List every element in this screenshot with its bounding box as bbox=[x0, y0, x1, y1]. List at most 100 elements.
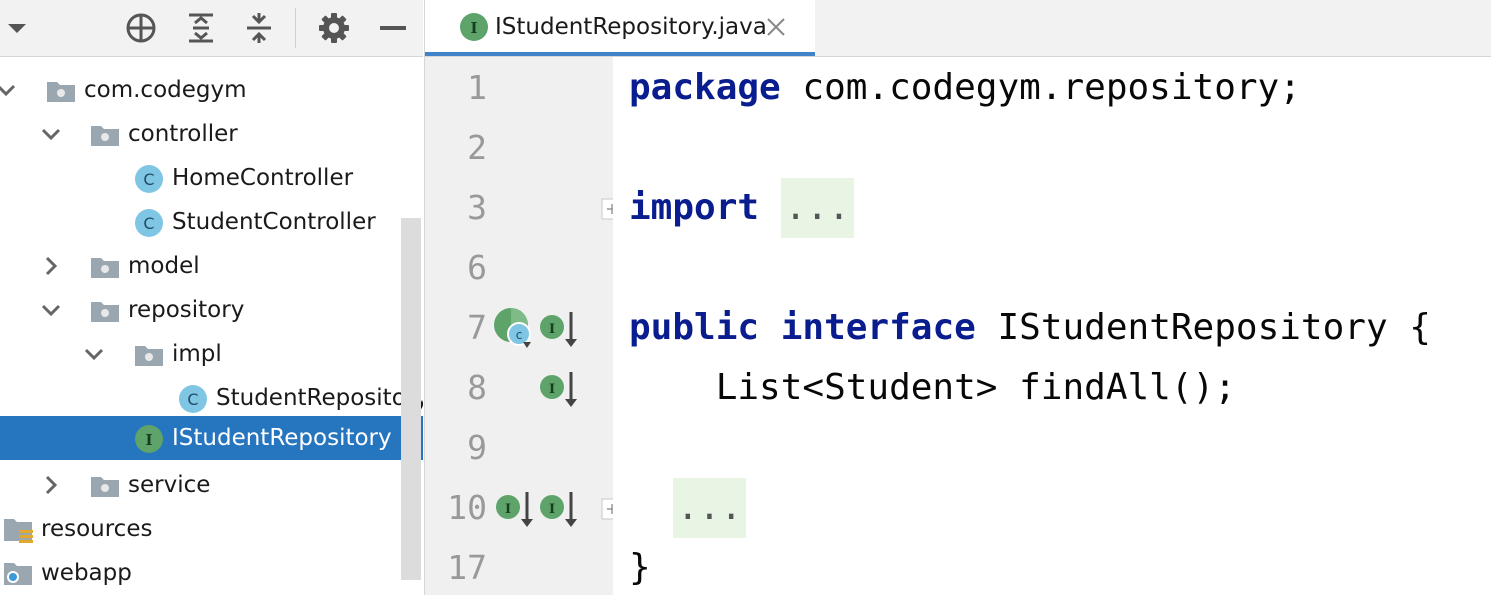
chevron-right-icon[interactable] bbox=[37, 252, 65, 280]
project-tool-window: com.codegym controller C HomeController … bbox=[0, 0, 423, 595]
line-number: 10 bbox=[447, 488, 487, 527]
tree-item-studentcontroller[interactable]: C StudentController bbox=[0, 200, 423, 244]
code-line-10: ... bbox=[673, 478, 747, 538]
tree-item-resources[interactable]: resources bbox=[0, 507, 423, 551]
class-icon: C bbox=[179, 385, 207, 413]
hide-panel-button[interactable] bbox=[374, 9, 412, 47]
package-folder-icon bbox=[91, 302, 119, 322]
collapse-all-button[interactable] bbox=[240, 9, 278, 47]
tab-istudentrepository-java[interactable]: I IStudentRepository.java bbox=[425, 0, 815, 56]
minimize-icon bbox=[380, 26, 406, 30]
svg-text:I: I bbox=[549, 502, 555, 517]
view-dropdown-arrow-icon[interactable] bbox=[4, 18, 30, 38]
tree-item-label: controller bbox=[128, 121, 238, 147]
gear-icon bbox=[319, 13, 349, 43]
tree-item-label: webapp bbox=[41, 560, 132, 586]
implemented-by-icon[interactable]: c bbox=[493, 307, 535, 349]
line-number: 1 bbox=[467, 68, 487, 107]
line-number: 7 bbox=[467, 308, 487, 347]
package-folder-icon bbox=[91, 126, 119, 146]
web-folder-icon bbox=[4, 563, 32, 585]
tree-item-controller[interactable]: controller bbox=[0, 112, 423, 156]
crosshair-icon bbox=[126, 13, 156, 43]
tree-scrollbar[interactable] bbox=[401, 218, 421, 580]
package-folder-icon bbox=[135, 346, 163, 366]
svg-text:I: I bbox=[470, 19, 477, 37]
code-editor[interactable]: package com.codegym.repository; import .… bbox=[613, 57, 1491, 595]
line-number: 2 bbox=[467, 128, 487, 167]
chevron-down-icon[interactable] bbox=[80, 340, 108, 368]
resources-folder-icon bbox=[4, 519, 33, 543]
tree-item-com-codegym[interactable]: com.codegym bbox=[0, 68, 423, 112]
close-icon[interactable] bbox=[763, 14, 789, 40]
folded-code[interactable]: ... bbox=[673, 478, 747, 538]
keyword: public bbox=[629, 307, 760, 348]
chevron-down-icon[interactable] bbox=[37, 296, 65, 324]
chevron-right-icon[interactable] bbox=[37, 471, 65, 499]
tree-item-label: StudentController bbox=[172, 209, 376, 235]
collapse-all-icon bbox=[247, 13, 271, 43]
method-implemented-icon[interactable]: I bbox=[495, 489, 537, 529]
svg-text:c: c bbox=[516, 328, 523, 342]
tree-item-homecontroller[interactable]: C HomeController bbox=[0, 156, 423, 200]
chevron-down-icon[interactable] bbox=[0, 76, 20, 104]
code-text: com.codegym.repository; bbox=[780, 67, 1301, 108]
tree-item-repository[interactable]: repository bbox=[0, 288, 423, 332]
class-icon: C bbox=[135, 209, 163, 237]
tree-item-model[interactable]: model bbox=[0, 244, 423, 288]
code-line-17: } bbox=[629, 547, 651, 588]
tree-item-label: impl bbox=[172, 341, 222, 367]
line-number: 6 bbox=[467, 248, 487, 287]
tree-item-label: IStudentRepository bbox=[172, 425, 392, 451]
folded-imports[interactable]: ... bbox=[780, 178, 854, 238]
svg-text:I: I bbox=[549, 382, 555, 397]
options-button[interactable] bbox=[315, 9, 353, 47]
interface-icon: I bbox=[135, 425, 163, 453]
class-icon: C bbox=[135, 165, 163, 193]
tree-item-label: resources bbox=[41, 516, 153, 542]
tree-item-studentrepository[interactable]: C StudentRepository bbox=[0, 376, 423, 420]
interface-icon: I bbox=[460, 13, 488, 41]
tree-item-label: HomeController bbox=[172, 165, 354, 191]
code-line-1: package com.codegym.repository; bbox=[629, 58, 1301, 118]
chevron-down-icon[interactable] bbox=[37, 120, 65, 148]
tab-title: IStudentRepository.java bbox=[495, 14, 767, 40]
svg-text:C: C bbox=[187, 390, 198, 409]
svg-text:I: I bbox=[145, 431, 152, 449]
keyword: package bbox=[629, 67, 781, 108]
select-opened-file-button[interactable] bbox=[122, 9, 160, 47]
keyword: interface bbox=[780, 307, 976, 348]
tree-item-label: repository bbox=[128, 297, 245, 323]
line-number: 8 bbox=[467, 368, 487, 407]
svg-text:I: I bbox=[549, 322, 555, 337]
svg-text:C: C bbox=[143, 214, 154, 233]
tree-item-label: StudentRepository bbox=[216, 385, 423, 411]
package-folder-icon bbox=[91, 258, 119, 278]
code-line-7: public interface IStudentRepository { bbox=[629, 298, 1431, 358]
tree-item-label: com.codegym bbox=[84, 77, 247, 103]
toolbar-separator bbox=[295, 8, 296, 48]
tree-item-impl[interactable]: impl bbox=[0, 332, 423, 376]
method-implemented-icon[interactable]: I bbox=[539, 489, 581, 529]
package-folder-icon bbox=[91, 477, 119, 497]
tree-item-label: model bbox=[128, 253, 200, 279]
method-implemented-icon[interactable]: I bbox=[539, 369, 581, 409]
line-number: 17 bbox=[447, 548, 487, 587]
line-number: 9 bbox=[467, 428, 487, 467]
editor-gutter[interactable]: 1 2 3 6 7 8 9 10 17 c I I I I bbox=[424, 57, 623, 595]
tree-item-istudentrepository[interactable]: I IStudentRepository bbox=[0, 416, 423, 460]
expand-all-button[interactable] bbox=[182, 9, 220, 47]
expand-all-icon bbox=[189, 13, 213, 43]
project-tree: com.codegym controller C HomeController … bbox=[0, 56, 423, 595]
svg-text:C: C bbox=[143, 170, 154, 189]
tree-item-label: service bbox=[128, 472, 211, 498]
code-line-3: import ... bbox=[629, 178, 854, 238]
project-toolbar bbox=[0, 0, 423, 57]
code-line-8: List<Student> findAll(); bbox=[629, 367, 1236, 408]
editor-tab-bar: I IStudentRepository.java bbox=[424, 0, 1491, 57]
tree-item-service[interactable]: service bbox=[0, 463, 423, 507]
tree-item-webapp[interactable]: webapp bbox=[0, 551, 423, 595]
code-text: IStudentRepository { bbox=[975, 307, 1431, 348]
keyword: import bbox=[629, 187, 760, 228]
interface-implemented-icon[interactable]: I bbox=[539, 309, 581, 349]
